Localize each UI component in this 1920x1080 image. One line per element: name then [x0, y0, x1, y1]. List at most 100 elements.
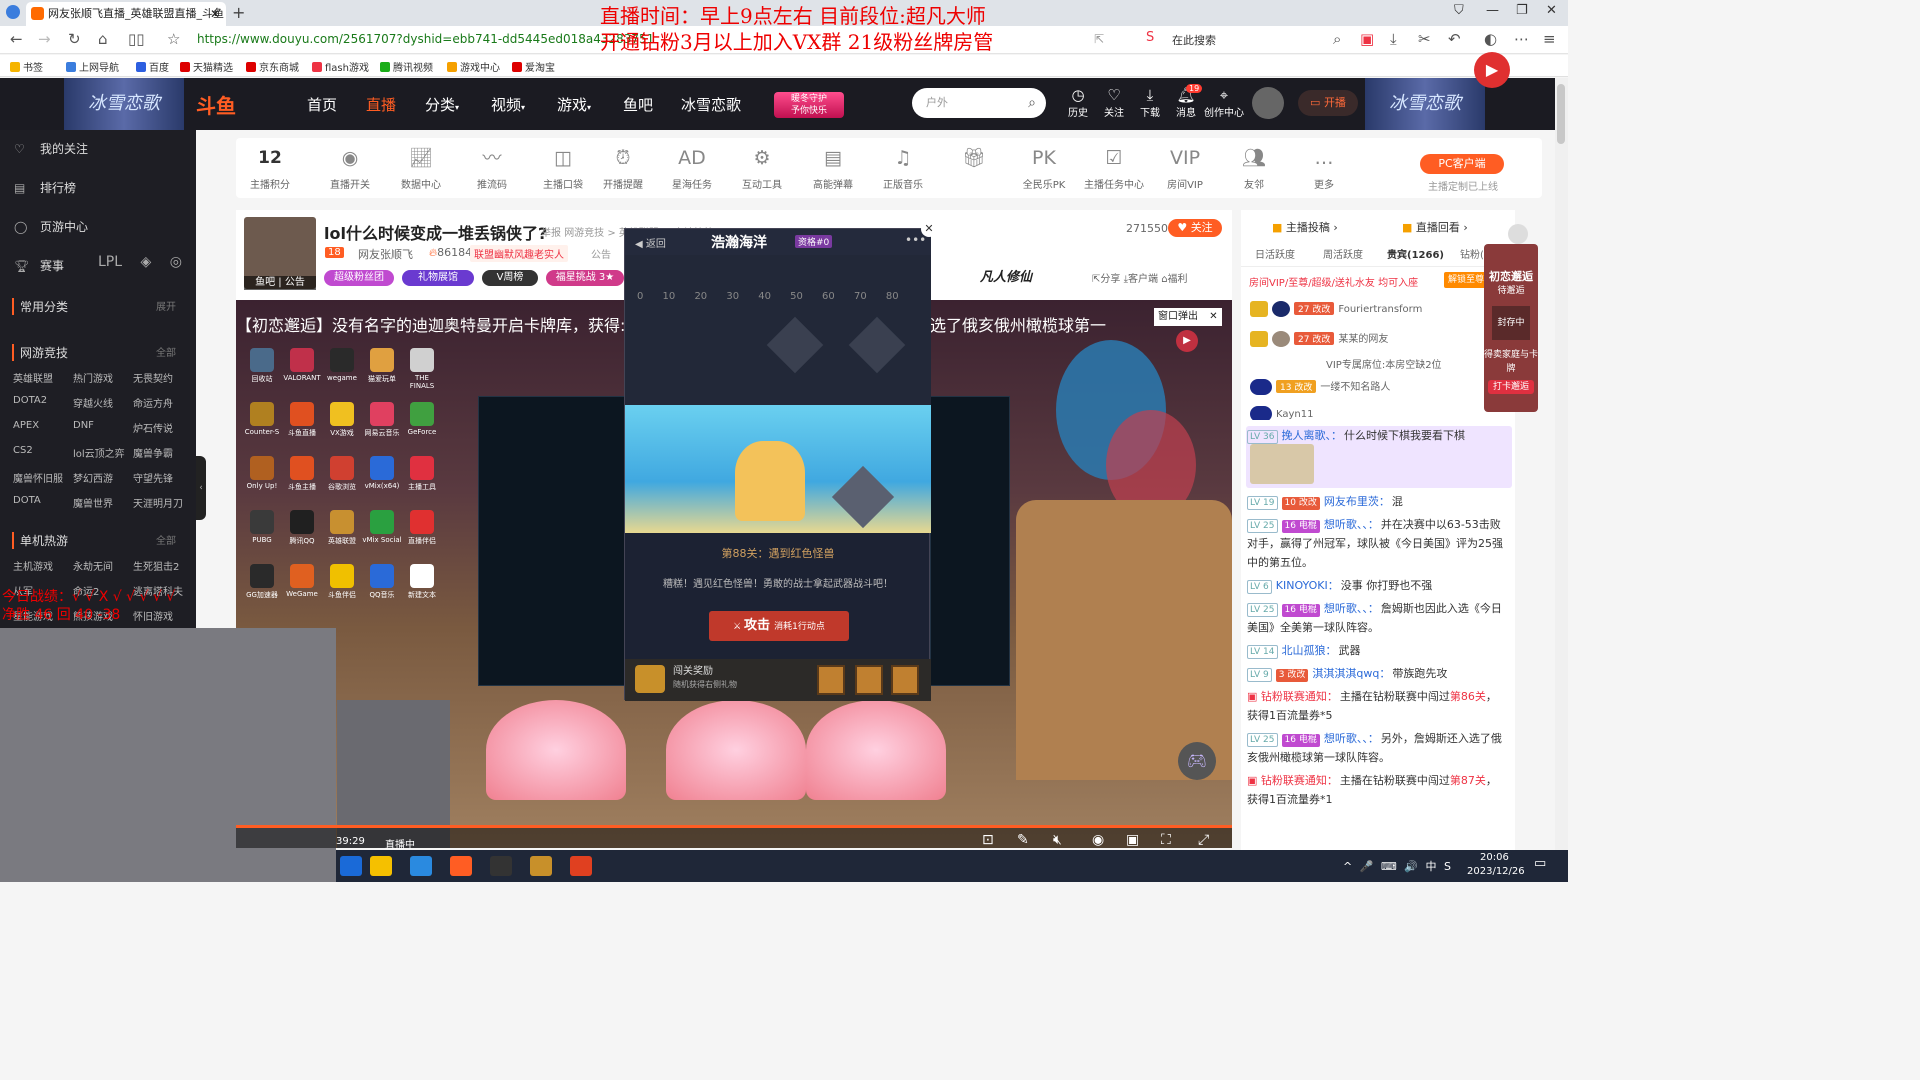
event-logos[interactable]: LPL ◈ ◎ [98, 254, 182, 270]
vip-row[interactable]: 27 改改 某某的网友 [1250, 330, 1490, 350]
streamer-post-link[interactable]: ■ 主播投稿 › [1272, 219, 1338, 235]
fullscreen-icon[interactable]: ⤢ [1198, 832, 1209, 848]
sponsor-logo[interactable]: 凡人修仙 [980, 266, 1080, 288]
nav-home[interactable]: 首页 [307, 94, 337, 115]
sidebar-game-link[interactable]: 无畏契约 [133, 370, 173, 385]
desktop-icon[interactable]: 腾讯QQ [282, 510, 322, 558]
desktop-icon[interactable]: 直播伴侣 [402, 510, 442, 558]
nav-video[interactable]: 视频▾ [491, 94, 525, 115]
tool-tools[interactable]: ⚙ 互动工具 [732, 146, 792, 191]
desktop-icon[interactable]: PUBG [242, 510, 282, 558]
welfare-link[interactable]: 福利 [1168, 274, 1188, 285]
chat-message[interactable]: LV 25 16 电棍 想听歌、、： 并在决赛中以63-53击败对手，赢得了州冠军，球… [1243, 515, 1511, 572]
translate-icon[interactable]: ▣ [1360, 30, 1374, 48]
desktop-icon[interactable]: GG加速器 [242, 564, 282, 612]
game-controller-bubble-icon[interactable]: 🎮︎ [1178, 742, 1216, 780]
maximize-button[interactable]: ❐ [1516, 3, 1528, 18]
sidebar-game-link[interactable]: 穿越火线 [73, 395, 113, 410]
sidebar-game-link[interactable]: 英雄联盟 [13, 370, 53, 385]
online-all-link[interactable]: 全部 [156, 344, 176, 359]
chat-nickname[interactable]: 挽人离歌、： [1282, 429, 1343, 442]
video-progress-bar[interactable] [236, 825, 1232, 828]
desktop-icon[interactable]: 英雄联盟 [322, 510, 362, 558]
search-icon[interactable]: ⌕ [1028, 88, 1036, 118]
browser-taskbar-icon[interactable] [410, 856, 432, 876]
reload-icon[interactable]: ↻ [68, 30, 81, 48]
obs-taskbar-icon[interactable] [490, 856, 512, 876]
desktop-icon[interactable]: wegame [322, 348, 362, 396]
nav-event[interactable]: 冰雪恋歌 [681, 94, 741, 115]
tool-friends[interactable]: 👥︎ 友邻 [1224, 146, 1284, 191]
close-icon[interactable]: ✕ [1209, 311, 1217, 322]
header-banner-right[interactable]: 冰雪恋歌 [1365, 78, 1485, 130]
sidebar-game-link[interactable]: 魔兽争霸 [133, 445, 173, 460]
desktop-icon[interactable]: WeGame [282, 564, 322, 612]
bookmark-item[interactable]: 京东商城 [246, 59, 299, 74]
tab-daily-activity[interactable]: 日活跃度 [1255, 246, 1295, 261]
danmaku-edit-icon[interactable]: ✎ [1017, 832, 1029, 848]
notice-link[interactable]: 公告 [591, 246, 611, 261]
desktop-icon[interactable]: 谷歌浏览 [322, 456, 362, 504]
chat-message[interactable]: LV 25 16 电棍 想听歌、、： 另外，詹姆斯还入选了俄亥俄州橄榄球第一球队阵容。 [1243, 729, 1511, 767]
sidebar-game-link[interactable]: 魔兽怀旧服 [13, 470, 63, 485]
sidebar-item-webgame[interactable]: ◯ 页游中心 [14, 218, 88, 235]
bookmark-item[interactable]: 百度 [136, 59, 169, 74]
lucky-challenge-pill[interactable]: 福星挑战 3★ [546, 270, 624, 286]
bookmark-item[interactable]: 游戏中心 [447, 59, 500, 74]
tool-pk[interactable]: PK 全民乐PK [1014, 146, 1074, 191]
sidebar-item-follow[interactable]: ♡ 我的关注 [14, 140, 88, 157]
chat-message[interactable]: LV 36 挽人离歌、： 什么时候下棋我要看下棋 [1243, 426, 1511, 488]
taskbar-date[interactable]: 2023/12/26 [1467, 866, 1525, 877]
chat-nickname[interactable]: KINOYOKI： [1276, 579, 1339, 592]
tab-vip[interactable]: 贵宾(1266) [1387, 246, 1444, 261]
chat-message[interactable]: LV 25 16 电棍 想听歌、、： 詹姆斯也因此入选《今日美国》全美第一球队阵容。 [1243, 599, 1511, 637]
attack-button[interactable]: ⚔ 攻击 消耗1行动点 [709, 611, 849, 641]
bookmark-item[interactable]: flash游戏 [312, 59, 369, 74]
tool-stream[interactable]: 〰推流码 [462, 146, 522, 191]
client-link[interactable]: 客户端 [1128, 274, 1158, 285]
new-tab-button[interactable]: + [232, 2, 245, 24]
minimize-button[interactable]: — [1486, 3, 1499, 18]
notification-icon[interactable]: ▭ [1534, 856, 1546, 871]
league-tag[interactable]: 联盟幽默风趣老实人 [470, 245, 568, 262]
vip-row[interactable]: 13 改改 一缕不知名路人 [1250, 378, 1490, 398]
tool-alarm[interactable]: ⏰︎ 开播提醒 [593, 146, 653, 191]
close-window-button[interactable]: ✕ [1546, 3, 1557, 18]
sidebar-game-link[interactable]: DOTA2 [13, 395, 47, 406]
bookmark-item[interactable]: 天猫精选 [180, 59, 233, 74]
sidebar-game-link[interactable]: 守望先锋 [133, 470, 173, 485]
sidebar-game-link[interactable]: CS2 [13, 445, 33, 456]
desktop-icon[interactable]: Only Up! [242, 456, 282, 504]
desktop-icon[interactable]: 斗鱼直播 [282, 402, 322, 450]
tool-toggle[interactable]: ◉ 直播开关 [320, 146, 380, 191]
gift-gallery-pill[interactable]: 礼物展馆 [402, 270, 474, 286]
pin-icon[interactable]: ⛉ [1454, 3, 1464, 18]
chat-nickname[interactable]: 淇淇淇淇qwq： [1312, 667, 1390, 680]
record-icon[interactable]: ▶ [1176, 330, 1198, 352]
desktop-icon[interactable]: 猫爱玩单 [362, 348, 402, 396]
chat-nickname[interactable]: 想听歌、、： [1324, 602, 1379, 615]
app-taskbar-icon[interactable] [570, 856, 592, 876]
tool-chart[interactable]: 📈︎ 数据中心 [391, 146, 451, 191]
tool-music[interactable]: ♫ 正版音乐 [873, 146, 933, 191]
sidebar-game-link[interactable]: 魔兽世界 [73, 495, 113, 510]
taskbar-time[interactable]: 20:06 [1480, 852, 1509, 863]
desktop-icon[interactable]: VALORANT [282, 348, 322, 396]
panel-collapse-icon[interactable] [1508, 224, 1528, 244]
sidebar-collapse-handle[interactable]: ‹ [196, 456, 206, 520]
follow-list-button[interactable]: ♡ 关注 [1097, 86, 1131, 119]
bookmark-item[interactable]: 爱淘宝 [512, 59, 555, 74]
desktop-icon[interactable]: vMix Social [362, 510, 402, 558]
sidebar-game-link[interactable]: 热门游戏 [73, 370, 113, 385]
page-scrollbar[interactable] [1555, 78, 1568, 850]
douyu-taskbar-icon[interactable] [450, 856, 472, 876]
sidebar-game-link[interactable]: 生死狙击2 [133, 558, 179, 573]
bookmark-item[interactable]: 腾讯视频 [380, 59, 433, 74]
search-icon[interactable]: ⌕ [1333, 30, 1341, 48]
desktop-icon[interactable]: GeForce [402, 402, 442, 450]
vip-row[interactable]: Kayn11 [1250, 406, 1490, 420]
follow-button[interactable]: ♥ 关注 [1168, 219, 1222, 237]
desktop-icon[interactable]: 斗鱼主播 [282, 456, 322, 504]
lol-taskbar-icon[interactable] [530, 856, 552, 876]
desktop-icon[interactable]: THE FINALS [402, 348, 442, 396]
